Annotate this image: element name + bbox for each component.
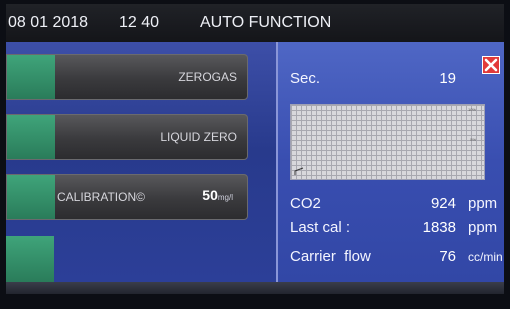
carrier-flow-label: Carrier flow	[290, 248, 371, 265]
graph-tick-mid: 5%	[470, 137, 476, 142]
sec-label: Sec.	[290, 70, 321, 87]
liquid-zero-button[interactable]: LIQUID ZERO	[6, 114, 248, 160]
last-cal-unit: ppm	[468, 219, 498, 236]
trend-graph: 10% 5%	[290, 104, 485, 180]
carrier-flow-value: 76	[439, 248, 456, 265]
co2-value: 924	[430, 195, 456, 212]
calibration-unit: mg/l	[217, 193, 233, 202]
title-bar: 08 01 2018 12 40 AUTO FUNCTION	[6, 4, 504, 42]
screen: 08 01 2018 12 40 AUTO FUNCTION ZEROGAS L…	[6, 4, 504, 294]
zerogas-button[interactable]: ZEROGAS	[6, 54, 248, 100]
page-title: AUTO FUNCTION	[200, 14, 332, 31]
graph-trace	[294, 167, 304, 175]
sec-value: 19	[439, 70, 456, 87]
date-display: 08 01 2018	[8, 14, 89, 31]
liquid-zero-label: LIQUID ZERO	[160, 130, 237, 144]
bottom-bar	[6, 282, 504, 294]
calibration-value: 50	[202, 187, 218, 203]
calibration-label: CALIBRATION©	[57, 190, 145, 204]
zerogas-indicator	[7, 55, 55, 99]
calibration-button[interactable]: CALIBRATION© 50mg/l	[6, 174, 248, 220]
close-button[interactable]	[482, 56, 500, 74]
last-cal-label: Last cal :	[290, 219, 351, 236]
status-panel: Sec. 19 10% 5% CO2 924 ppm Last cal : 18…	[276, 42, 504, 282]
co2-unit: ppm	[468, 195, 498, 212]
calibration-value-group: 50mg/l	[202, 187, 233, 203]
carrier-flow-unit: cc/min	[468, 250, 503, 264]
last-cal-value: 1838	[422, 219, 456, 236]
zerogas-label: ZEROGAS	[178, 70, 237, 84]
close-icon	[484, 58, 498, 72]
calibration-indicator	[7, 175, 55, 219]
graph-tick-top: 10%	[467, 107, 476, 112]
empty-slot-indicator	[6, 236, 54, 282]
liquid-zero-indicator	[7, 115, 55, 159]
time-display: 12 40	[119, 14, 160, 31]
co2-label: CO2	[290, 195, 321, 212]
